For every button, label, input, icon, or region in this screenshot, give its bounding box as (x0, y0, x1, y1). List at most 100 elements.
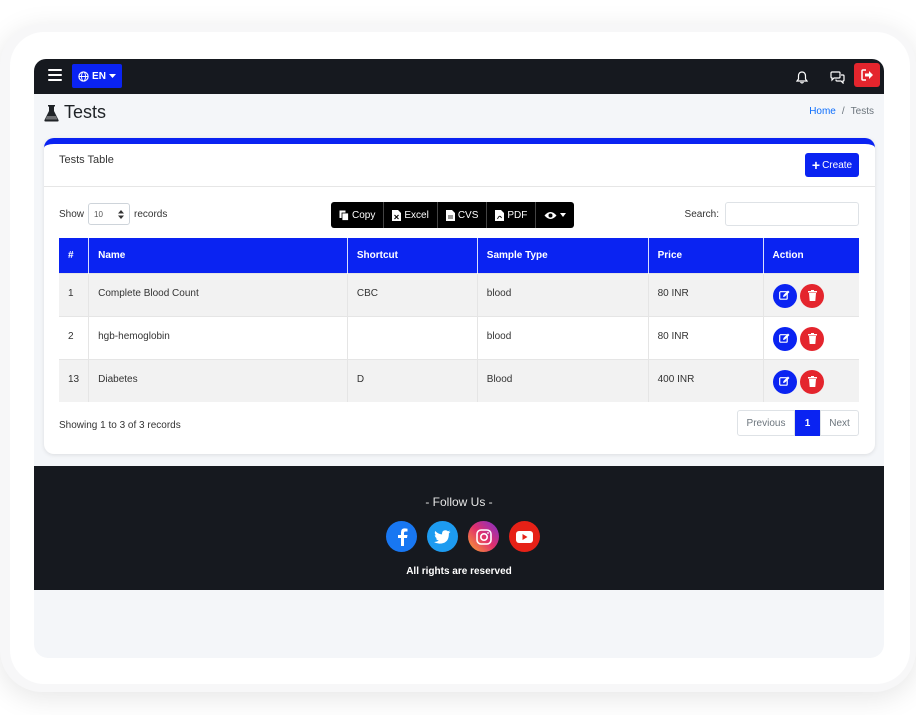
youtube-icon[interactable] (509, 521, 540, 552)
edit-icon (779, 333, 790, 343)
cell-actions (763, 272, 859, 316)
cvs-label: CVS (457, 209, 479, 221)
pagination: Previous 1 Next (737, 410, 859, 436)
table-info: Showing 1 to 3 of 3 records (59, 420, 181, 431)
cell-name: Diabetes (88, 358, 348, 402)
cell-shortcut (347, 315, 478, 359)
edit-button[interactable] (772, 326, 797, 351)
search-box: Search: (685, 202, 859, 226)
column-header-number[interactable]: # (59, 238, 90, 273)
breadcrumb-home-link[interactable]: Home (809, 106, 836, 117)
cell-shortcut: CBC (347, 272, 478, 316)
next-page-button[interactable]: Next (820, 410, 859, 436)
chat-icon[interactable] (827, 67, 847, 87)
previous-page-button[interactable]: Previous (737, 410, 795, 436)
instagram-icon[interactable] (468, 521, 499, 552)
breadcrumb: Home / Tests (809, 106, 874, 117)
plus-icon: + (811, 157, 821, 173)
tests-card: Tests Table + Create Show 10 records Cop… (44, 138, 875, 454)
language-dropdown[interactable]: EN (72, 64, 122, 88)
column-header-sample-type[interactable]: Sample Type (477, 238, 649, 273)
edit-icon (779, 376, 790, 386)
app-screen: EN Tests Home / Tests Tests Table + Crea… (34, 59, 884, 658)
table-header-row: # Name Shortcut Sample Type Price Action (59, 238, 859, 273)
excel-file-icon (392, 209, 402, 221)
cell-sample-type: blood (477, 272, 649, 316)
copy-button[interactable]: Copy (331, 202, 385, 228)
excel-button[interactable]: Excel (384, 202, 438, 228)
entries-select[interactable]: 10 (88, 203, 131, 225)
cell-name: hgb-hemoglobin (88, 315, 348, 359)
breadcrumb-current: Tests (850, 106, 874, 117)
page-title-text: Tests (64, 102, 107, 122)
records-label: records (134, 208, 168, 220)
social-links (386, 521, 540, 552)
export-toolbar: Copy Excel CVS PDF (331, 202, 575, 228)
create-label: Create (822, 159, 853, 171)
page-1-button[interactable]: 1 (795, 410, 820, 436)
logout-icon (860, 69, 873, 81)
copy-label: Copy (352, 209, 376, 221)
cell-id: 1 (59, 272, 90, 316)
entries-value: 10 (94, 209, 103, 219)
trash-icon (807, 333, 817, 344)
copy-icon (339, 210, 349, 221)
trash-icon (807, 376, 817, 387)
cell-id: 2 (59, 315, 90, 359)
column-header-shortcut[interactable]: Shortcut (347, 238, 478, 273)
copyright-text: All rights are reserved (406, 566, 512, 577)
cell-price: 80 INR (648, 315, 764, 359)
edit-icon (779, 290, 790, 300)
edit-button[interactable] (772, 369, 797, 394)
column-header-price[interactable]: Price (648, 238, 764, 273)
language-label: EN (92, 70, 106, 82)
cvs-button[interactable]: CVS (438, 202, 488, 228)
search-label: Search: (684, 208, 719, 220)
delete-button[interactable] (800, 369, 825, 394)
eye-icon (544, 211, 557, 219)
search-input[interactable] (725, 202, 859, 226)
cell-actions (763, 358, 859, 402)
twitter-icon[interactable] (427, 521, 458, 552)
table-row: 1 Complete Blood Count CBC blood 80 INR (59, 272, 859, 316)
csv-file-icon (445, 209, 455, 221)
tests-table: # Name Shortcut Sample Type Price Action… (59, 238, 859, 402)
bell-icon[interactable] (792, 67, 812, 87)
card-title: Tests Table (59, 154, 114, 166)
show-label: Show (59, 208, 85, 220)
show-entries: Show 10 records (59, 203, 167, 225)
menu-icon[interactable] (48, 69, 62, 83)
edit-button[interactable] (772, 283, 797, 308)
caret-down-icon (560, 213, 567, 217)
pdf-button[interactable]: PDF (487, 202, 537, 228)
delete-button[interactable] (800, 326, 825, 351)
column-header-action: Action (763, 238, 859, 273)
top-navbar: EN (34, 59, 884, 94)
cell-sample-type: Blood (477, 358, 649, 402)
sort-arrows-icon (118, 209, 125, 219)
footer: - Follow Us - All rights are reserved (34, 466, 884, 590)
pdf-label: PDF (507, 209, 528, 221)
delete-button[interactable] (800, 283, 825, 308)
column-header-name[interactable]: Name (88, 238, 348, 273)
column-visibility-button[interactable] (536, 202, 574, 228)
cell-price: 400 INR (648, 358, 764, 402)
trash-icon (807, 290, 817, 301)
card-header: Tests Table + Create (44, 144, 875, 187)
breadcrumb-separator: / (841, 106, 845, 117)
page-title: Tests (44, 102, 106, 123)
table-row: 13 Diabetes D Blood 400 INR (59, 358, 859, 402)
cell-price: 80 INR (648, 272, 764, 316)
logout-button[interactable] (854, 63, 880, 87)
cell-id: 13 (59, 358, 90, 402)
facebook-icon[interactable] (386, 521, 417, 552)
flask-icon (44, 104, 59, 121)
cell-shortcut: D (347, 358, 478, 402)
cell-actions (763, 315, 859, 359)
cell-sample-type: blood (477, 315, 649, 359)
cell-name: Complete Blood Count (88, 272, 348, 316)
caret-down-icon (108, 73, 116, 78)
create-button[interactable]: + Create (805, 153, 859, 177)
table-row: 2 hgb-hemoglobin blood 80 INR (59, 315, 859, 359)
globe-icon (78, 70, 89, 82)
